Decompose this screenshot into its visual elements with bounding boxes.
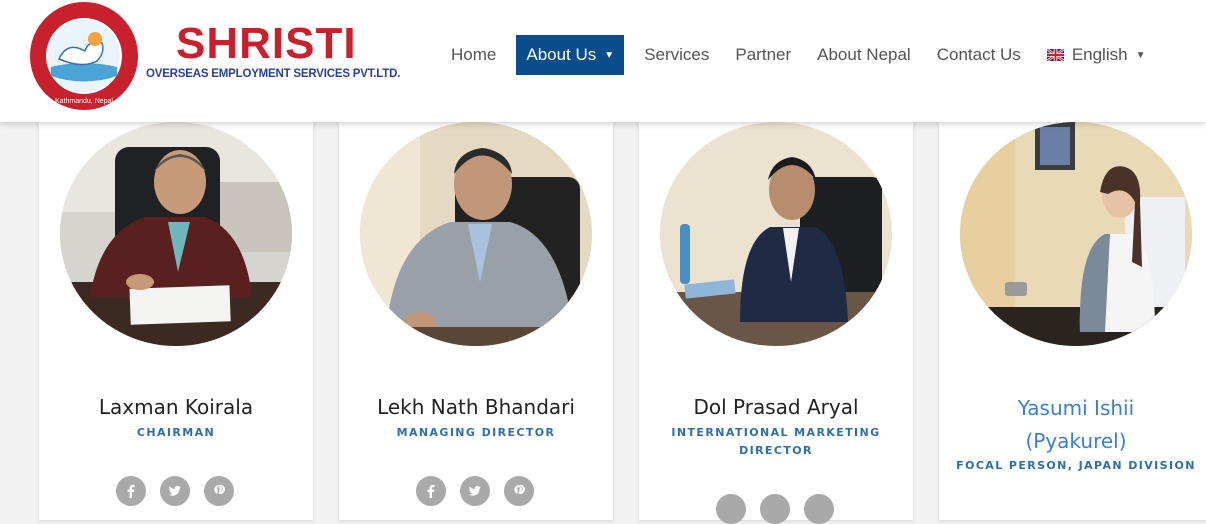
caret-down-icon: ▼: [604, 50, 615, 61]
language-selector[interactable]: English ▼: [1034, 35, 1159, 75]
facebook-icon[interactable]: [416, 476, 446, 506]
social-links: [716, 494, 834, 524]
brand-name[interactable]: SHRISTI: [176, 22, 357, 66]
nav-services[interactable]: Services: [631, 35, 722, 75]
uk-flag-icon: [1046, 49, 1064, 61]
social-links: [116, 476, 234, 506]
photo-dol-prasad-aryal: [660, 122, 892, 346]
facebook-icon[interactable]: [716, 494, 746, 524]
member-name: Laxman Koirala: [98, 395, 254, 419]
caret-down-icon: ▼: [1135, 50, 1146, 61]
member-name: Dol Prasad Aryal: [693, 395, 859, 419]
nav-about-nepal[interactable]: About Nepal: [804, 35, 924, 75]
facebook-icon[interactable]: [116, 476, 146, 506]
language-label: English: [1071, 45, 1128, 64]
member-role: CHAIRMAN: [136, 426, 216, 439]
company-seal-logo[interactable]: ★ Kathmandu, Nepal ★: [27, 1, 141, 111]
nav-about-us[interactable]: About Us ▼: [516, 35, 625, 75]
nav-about-us-label: About Us: [526, 45, 597, 64]
member-role-line-1: INTERNATIONAL MARKETING: [671, 426, 881, 439]
main-navigation: Home About Us ▼ Services Partner About Ne…: [438, 35, 1158, 75]
photo-yasumi-ishii: [960, 122, 1192, 346]
site-header: ★ Kathmandu, Nepal ★ SHRISTI OVERSEAS EM…: [0, 0, 1206, 122]
pinterest-icon[interactable]: [204, 476, 234, 506]
pinterest-icon[interactable]: [504, 476, 534, 506]
nav-home[interactable]: Home: [438, 35, 509, 75]
photo-laxman-koirala: [60, 122, 292, 346]
member-name-line-2[interactable]: (Pyakurel): [939, 425, 1206, 458]
photo-lekh-nath-bhandari: [360, 122, 592, 346]
nav-partner[interactable]: Partner: [722, 35, 804, 75]
member-name: Lekh Nath Bhandari: [377, 395, 575, 419]
twitter-icon[interactable]: [160, 476, 190, 506]
pinterest-icon[interactable]: [804, 494, 834, 524]
member-role: FOCAL PERSON, JAPAN DIVISION: [956, 459, 1196, 472]
member-name-line-1[interactable]: Yasumi Ishii: [939, 392, 1206, 425]
nav-contact-us[interactable]: Contact Us: [924, 35, 1034, 75]
twitter-icon[interactable]: [460, 476, 490, 506]
social-links: [416, 476, 534, 506]
svg-text:★ Kathmandu, Nepal ★: ★ Kathmandu, Nepal ★: [47, 97, 121, 105]
brand-subtitle: OVERSEAS EMPLOYMENT SERVICES PVT.LTD.: [146, 68, 401, 80]
twitter-icon[interactable]: [760, 494, 790, 524]
member-role: MANAGING DIRECTOR: [396, 426, 556, 439]
member-role-line-2: DIRECTOR: [739, 444, 813, 457]
